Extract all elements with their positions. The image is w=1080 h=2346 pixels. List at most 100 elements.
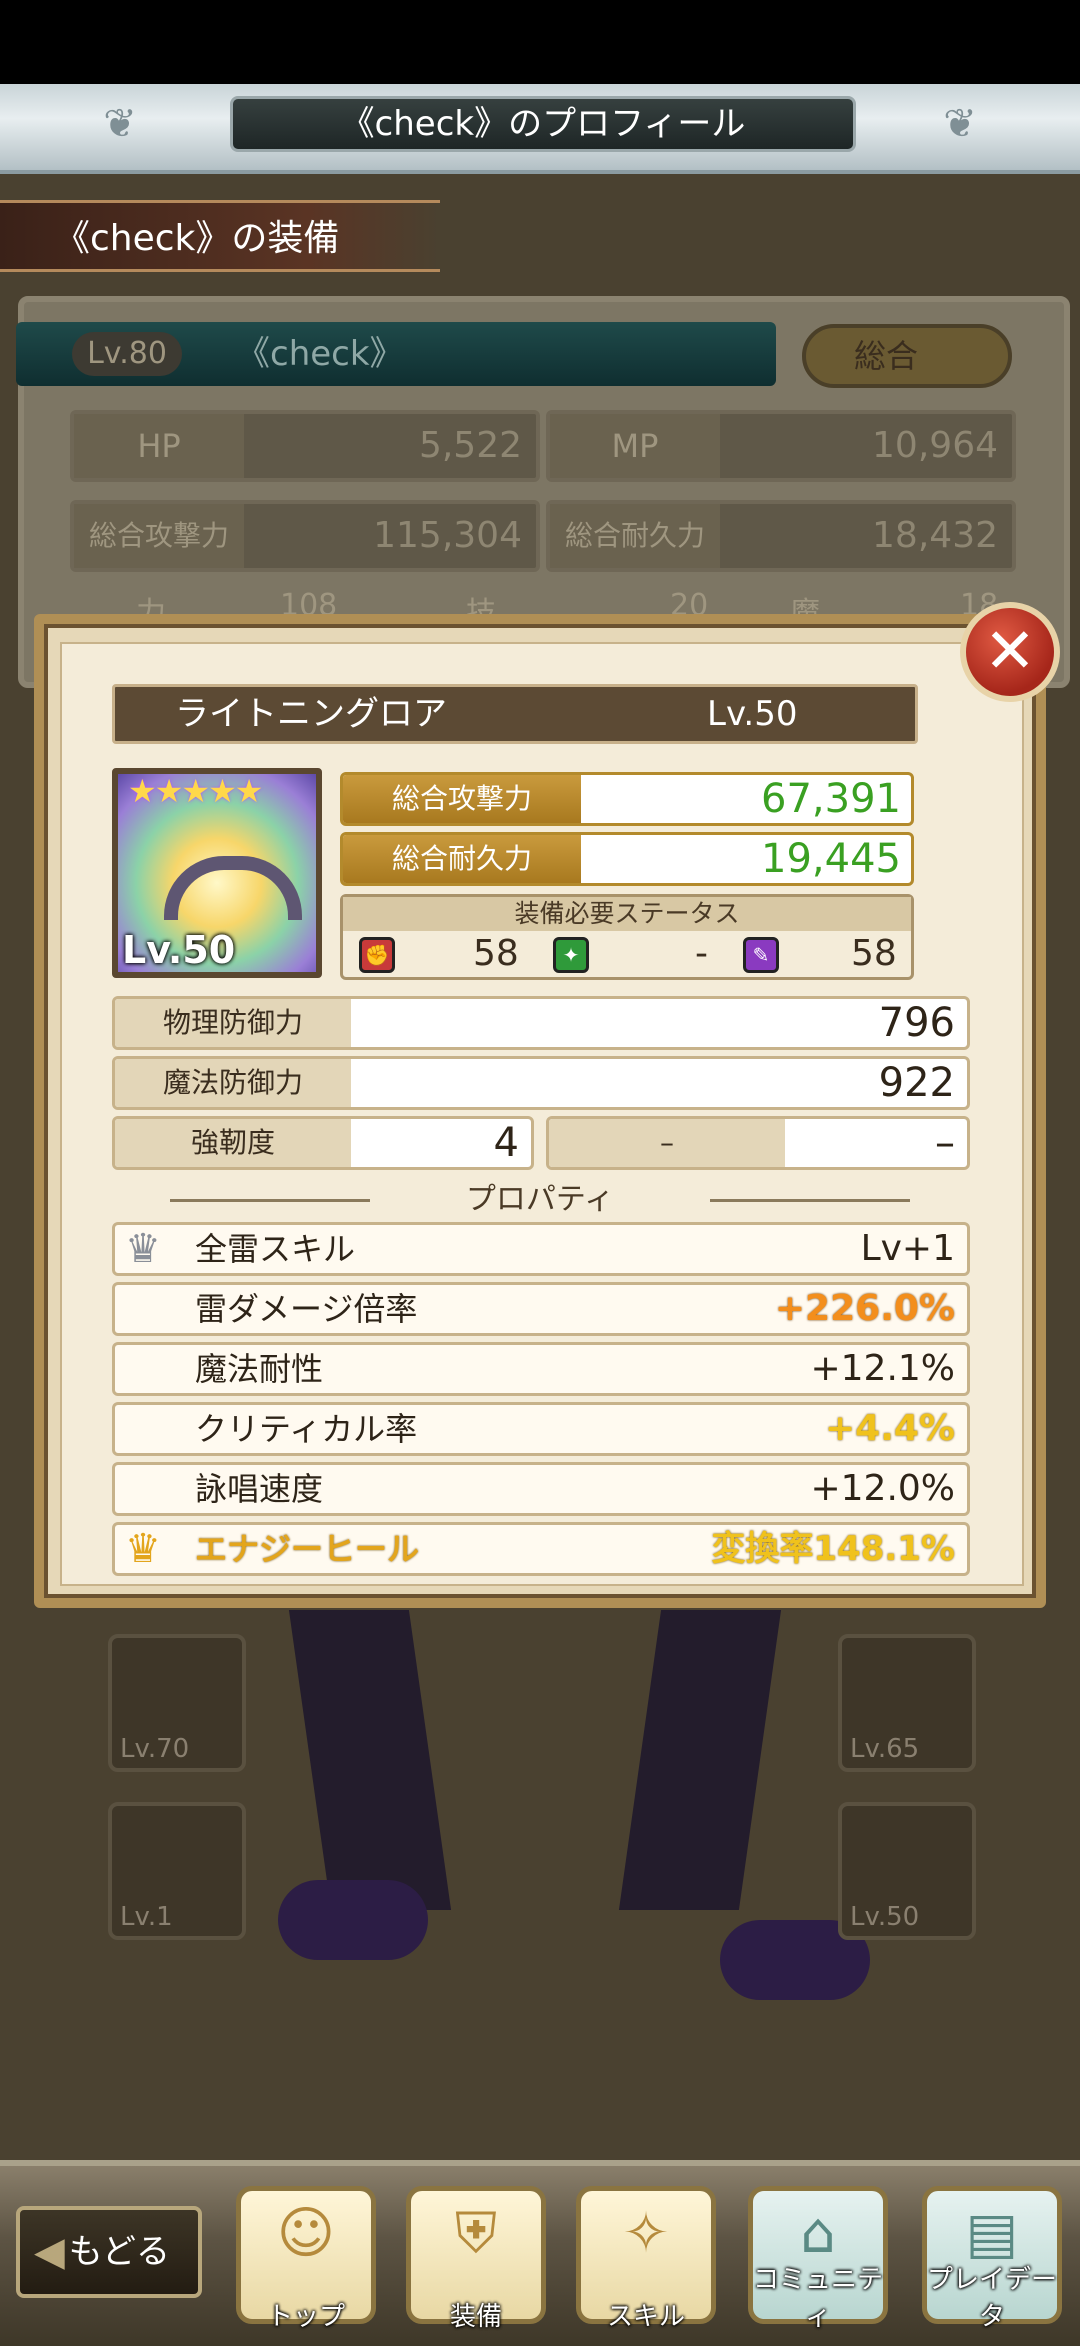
property-label: 詠唱速度 bbox=[195, 1470, 324, 1508]
mp-value: 10,964 bbox=[872, 425, 998, 466]
crown-icon: ♛ bbox=[125, 1526, 161, 1572]
properties-divider: プロパティ bbox=[170, 1182, 910, 1218]
hp-box: HP 5,522 bbox=[70, 410, 540, 482]
item-total-durability-value: 19,445 bbox=[761, 836, 901, 882]
nav-equip-button[interactable]: ⛨ 装備 bbox=[406, 2186, 546, 2332]
toughness-value: 4 bbox=[493, 1120, 519, 1166]
rarity-stars-icon: ★★★★★ bbox=[128, 772, 263, 810]
character-boot-left bbox=[278, 1880, 428, 1960]
total-attack-value: 115,304 bbox=[373, 515, 522, 556]
fist-icon: ✊ bbox=[359, 937, 395, 973]
profile-level: Lv.80 bbox=[72, 332, 182, 376]
total-attack-box: 総合攻撃力 115,304 bbox=[70, 500, 540, 572]
properties-title: プロパティ bbox=[465, 1182, 615, 1217]
wand-icon: ✎ bbox=[743, 937, 779, 973]
property-value: +226.0% bbox=[774, 1288, 955, 1329]
property-row: 魔法耐性 +12.1% bbox=[112, 1342, 970, 1396]
page-title: 《check》のプロフィール bbox=[230, 96, 856, 152]
property-label: エナジーヒール bbox=[195, 1530, 420, 1568]
required-mag-value: 58 bbox=[851, 933, 897, 974]
nav-top-button[interactable]: ☺ トップ bbox=[236, 2186, 376, 2332]
item-total-durability-row: 総合耐久力 19,445 bbox=[340, 832, 914, 886]
character-face-icon: ☺ bbox=[276, 2201, 336, 2266]
physical-defense-label: 物理防御力 bbox=[115, 999, 351, 1047]
ornament-left-icon: ❦ bbox=[103, 101, 137, 147]
total-toggle-button[interactable]: 総合 bbox=[802, 324, 1012, 388]
equip-slot-level: Lv.1 bbox=[120, 1902, 173, 1932]
item-total-attack-value: 67,391 bbox=[761, 776, 901, 822]
nav-playdata-button[interactable]: ▤ プレイデータ bbox=[922, 2186, 1062, 2332]
property-label: 雷ダメージ倍率 bbox=[195, 1290, 418, 1328]
document-icon: ▤ bbox=[965, 2201, 1019, 2266]
back-arrow-icon: ◀ bbox=[34, 2229, 65, 2275]
hp-value: 5,522 bbox=[418, 425, 522, 466]
item-total-attack-label: 総合攻撃力 bbox=[343, 775, 581, 823]
close-icon: ✕ bbox=[984, 614, 1036, 687]
mp-box: MP 10,964 bbox=[546, 410, 1016, 482]
mp-label: MP bbox=[550, 414, 720, 478]
toughness-row: 強靭度 4 bbox=[112, 1116, 534, 1170]
equip-slot-amulet[interactable]: Lv.1 bbox=[108, 1802, 246, 1940]
skill-icon: ✧ bbox=[622, 2201, 670, 2266]
nav-playdata-label: プレイデータ bbox=[926, 2265, 1057, 2332]
total-toggle-label: 総合 bbox=[854, 337, 919, 375]
status-bar bbox=[0, 0, 1080, 84]
sparkle-icon: ✦ bbox=[553, 937, 589, 973]
required-status-title: 装備必要ステータス bbox=[343, 897, 911, 931]
item-icon-level: Lv.50 bbox=[122, 928, 236, 972]
back-button-label: もどる bbox=[68, 2232, 170, 2272]
magic-defense-label: 魔法防御力 bbox=[115, 1059, 351, 1107]
back-button[interactable]: ◀ もどる bbox=[16, 2206, 202, 2298]
property-value: +4.4% bbox=[824, 1408, 955, 1449]
equip-slot-level: Lv.50 bbox=[850, 1902, 920, 1932]
property-row: ♛ 全雷スキル Lv+1 bbox=[112, 1222, 970, 1276]
total-attack-label: 総合攻撃力 bbox=[74, 504, 244, 568]
nav-skill-button[interactable]: ✧ スキル bbox=[576, 2186, 716, 2332]
required-str-value: 58 bbox=[473, 933, 519, 974]
crown-icon: ♛ bbox=[125, 1226, 161, 1272]
community-icon: ⌂ bbox=[800, 2201, 836, 2266]
item-namebar: ライトニングロア Lv.50 bbox=[112, 684, 918, 744]
physical-defense-row: 物理防御力 796 bbox=[112, 996, 970, 1050]
property-value: +12.1% bbox=[810, 1348, 955, 1389]
total-durability-value: 18,432 bbox=[872, 515, 998, 556]
empty-stat-row: – – bbox=[546, 1116, 970, 1170]
equip-slot-legs[interactable]: Lv.65 bbox=[838, 1634, 976, 1772]
empty-stat-value: – bbox=[935, 1120, 955, 1166]
ornament-right-icon: ❦ bbox=[943, 101, 977, 147]
nav-skill-label: スキル bbox=[606, 2302, 685, 2332]
property-row: 雷ダメージ倍率 +226.0% bbox=[112, 1282, 970, 1336]
nav-top-label: トップ bbox=[266, 2302, 345, 2332]
equip-slot-boots[interactable]: Lv.50 bbox=[838, 1802, 976, 1940]
property-row: クリティカル率 +4.4% bbox=[112, 1402, 970, 1456]
armor-icon: ⛨ bbox=[455, 2201, 497, 2266]
magic-defense-row: 魔法防御力 922 bbox=[112, 1056, 970, 1110]
item-level: Lv.50 bbox=[707, 694, 798, 734]
hp-label: HP bbox=[74, 414, 244, 478]
property-row: 詠唱速度 +12.0% bbox=[112, 1462, 970, 1516]
equip-slot-ring[interactable]: Lv.70 bbox=[108, 1634, 246, 1772]
toughness-label: 強靭度 bbox=[115, 1119, 351, 1167]
magic-defense-value: 922 bbox=[878, 1060, 955, 1106]
total-durability-box: 総合耐久力 18,432 bbox=[546, 500, 1016, 572]
property-label: クリティカル率 bbox=[195, 1410, 418, 1448]
required-status-box: 装備必要ステータス ✊ 58 ✦ - ✎ 58 bbox=[340, 894, 914, 980]
section-title: 《check》の装備 bbox=[0, 200, 440, 272]
empty-stat-label: – bbox=[549, 1119, 785, 1167]
property-label: 全雷スキル bbox=[195, 1230, 356, 1268]
property-value: 変換率148.1% bbox=[711, 1529, 955, 1569]
profile-name: 《check》 bbox=[236, 334, 404, 374]
property-value: +12.0% bbox=[810, 1468, 955, 1509]
item-total-durability-label: 総合耐久力 bbox=[343, 835, 581, 883]
profile-namebar: Lv.80 《check》 bbox=[16, 322, 776, 386]
total-durability-label: 総合耐久力 bbox=[550, 504, 720, 568]
equip-slot-level: Lv.70 bbox=[120, 1734, 190, 1764]
item-total-attack-row: 総合攻撃力 67,391 bbox=[340, 772, 914, 826]
close-button[interactable]: ✕ bbox=[960, 602, 1060, 702]
equip-slot-level: Lv.65 bbox=[850, 1734, 920, 1764]
property-label: 魔法耐性 bbox=[195, 1350, 324, 1388]
property-row: ♛ エナジーヒール 変換率148.1% bbox=[112, 1522, 970, 1576]
item-name: ライトニングロア bbox=[175, 694, 447, 734]
circlet-icon bbox=[164, 856, 302, 920]
nav-community-button[interactable]: ⌂ コミュニティ bbox=[748, 2186, 888, 2332]
